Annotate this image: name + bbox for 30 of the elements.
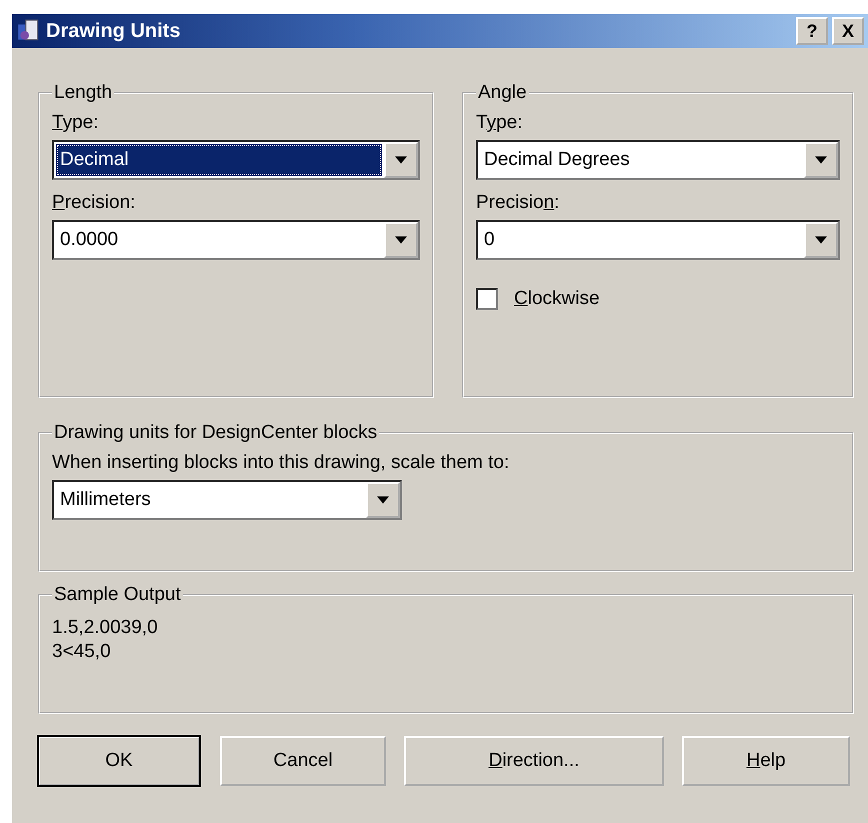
sample-text: 3<45,0 (52, 640, 111, 664)
caret-icon (377, 496, 389, 504)
dropdown[interactable]: Decimal Degrees (476, 140, 840, 180)
caret-icon (395, 236, 407, 244)
checkbox-label[interactable]: Clockwise (514, 288, 600, 310)
sample-text: 1.5,2.0039,0 (52, 616, 158, 640)
caret-icon (815, 156, 827, 164)
field-label: Type: (52, 112, 98, 134)
dropdown[interactable]: 0.0000 (52, 220, 420, 260)
field-label: Precision: (476, 192, 560, 214)
group-title: Sample Output (53, 584, 182, 606)
window-title: Drawing Units (46, 20, 180, 42)
dropdown[interactable]: Millimeters (52, 480, 402, 520)
caret-icon (815, 236, 827, 244)
prompt-text: When inserting blocks into this drawing, scale them to: (52, 452, 510, 474)
help-button[interactable]: ? (796, 17, 828, 45)
field-label: Precision: (52, 192, 136, 214)
field-label: Type: (476, 112, 522, 134)
dialog-button[interactable]: Cancel (220, 736, 386, 786)
dropdown[interactable]: Decimal (52, 140, 420, 180)
group-title: Angle (477, 82, 528, 104)
dropdown[interactable]: 0 (476, 220, 840, 260)
dialog-button[interactable]: OK (38, 736, 200, 786)
caret-icon (395, 156, 407, 164)
dialog-button[interactable]: Direction... (404, 736, 664, 786)
close-button[interactable]: X (832, 17, 864, 45)
dialog-button[interactable]: Help (682, 736, 850, 786)
checkbox[interactable] (476, 288, 498, 310)
group-title: Drawing units for DesignCenter blocks (53, 422, 378, 444)
group-title: Length (53, 82, 114, 104)
